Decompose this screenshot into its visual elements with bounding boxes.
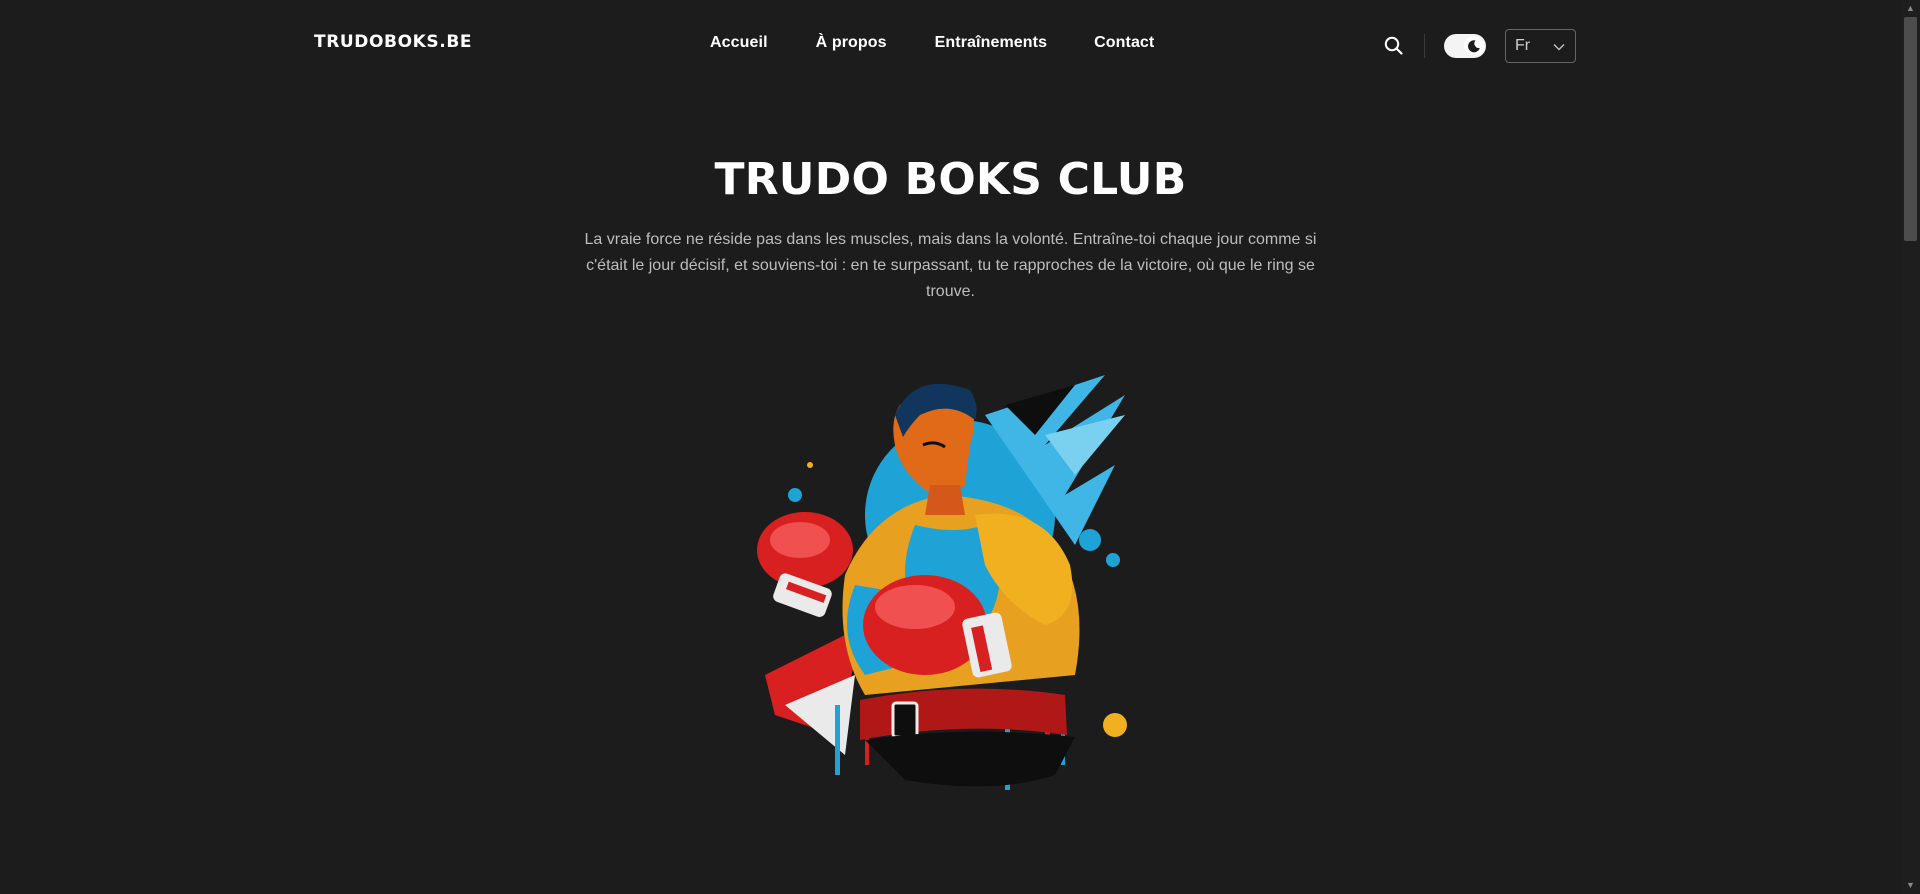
scrollbar-thumb[interactable] — [1904, 17, 1917, 241]
chevron-down-icon — [1553, 43, 1565, 51]
main-nav: Accueil À propos Entraînements Contact — [700, 34, 1154, 52]
nav-link-entrainements[interactable]: Entraînements — [935, 34, 1047, 52]
boxer-illustration — [757, 375, 1127, 790]
search-button[interactable] — [1383, 35, 1405, 57]
hero-description: La vraie force ne réside pas dans les mu… — [584, 231, 1317, 300]
header-divider — [1424, 34, 1425, 58]
page: TRUDOBOKS.BE Accueil À propos Entraîneme… — [0, 0, 1901, 894]
site-header: TRUDOBOKS.BE Accueil À propos Entraîneme… — [0, 0, 1901, 90]
language-select[interactable]: Fr — [1505, 29, 1576, 63]
nav-link-accueil[interactable]: Accueil — [710, 34, 768, 52]
language-select-value: Fr — [1515, 37, 1531, 54]
site-logo[interactable]: TRUDOBOKS.BE — [314, 32, 472, 52]
nav-link-contact[interactable]: Contact — [1094, 34, 1154, 52]
search-icon — [1384, 36, 1403, 55]
toggle-knob — [1464, 36, 1484, 56]
nav-link-a-propos[interactable]: À propos — [816, 34, 887, 52]
moon-icon — [1465, 37, 1483, 55]
page-scrollbar[interactable]: ▲ ▼ — [1901, 0, 1920, 894]
scroll-down-arrow-icon[interactable]: ▼ — [1901, 877, 1920, 894]
dark-mode-toggle[interactable] — [1444, 34, 1486, 58]
hero-title: TRUDO BOKS CLUB — [714, 154, 1187, 205]
scroll-up-arrow-icon[interactable]: ▲ — [1901, 0, 1920, 17]
